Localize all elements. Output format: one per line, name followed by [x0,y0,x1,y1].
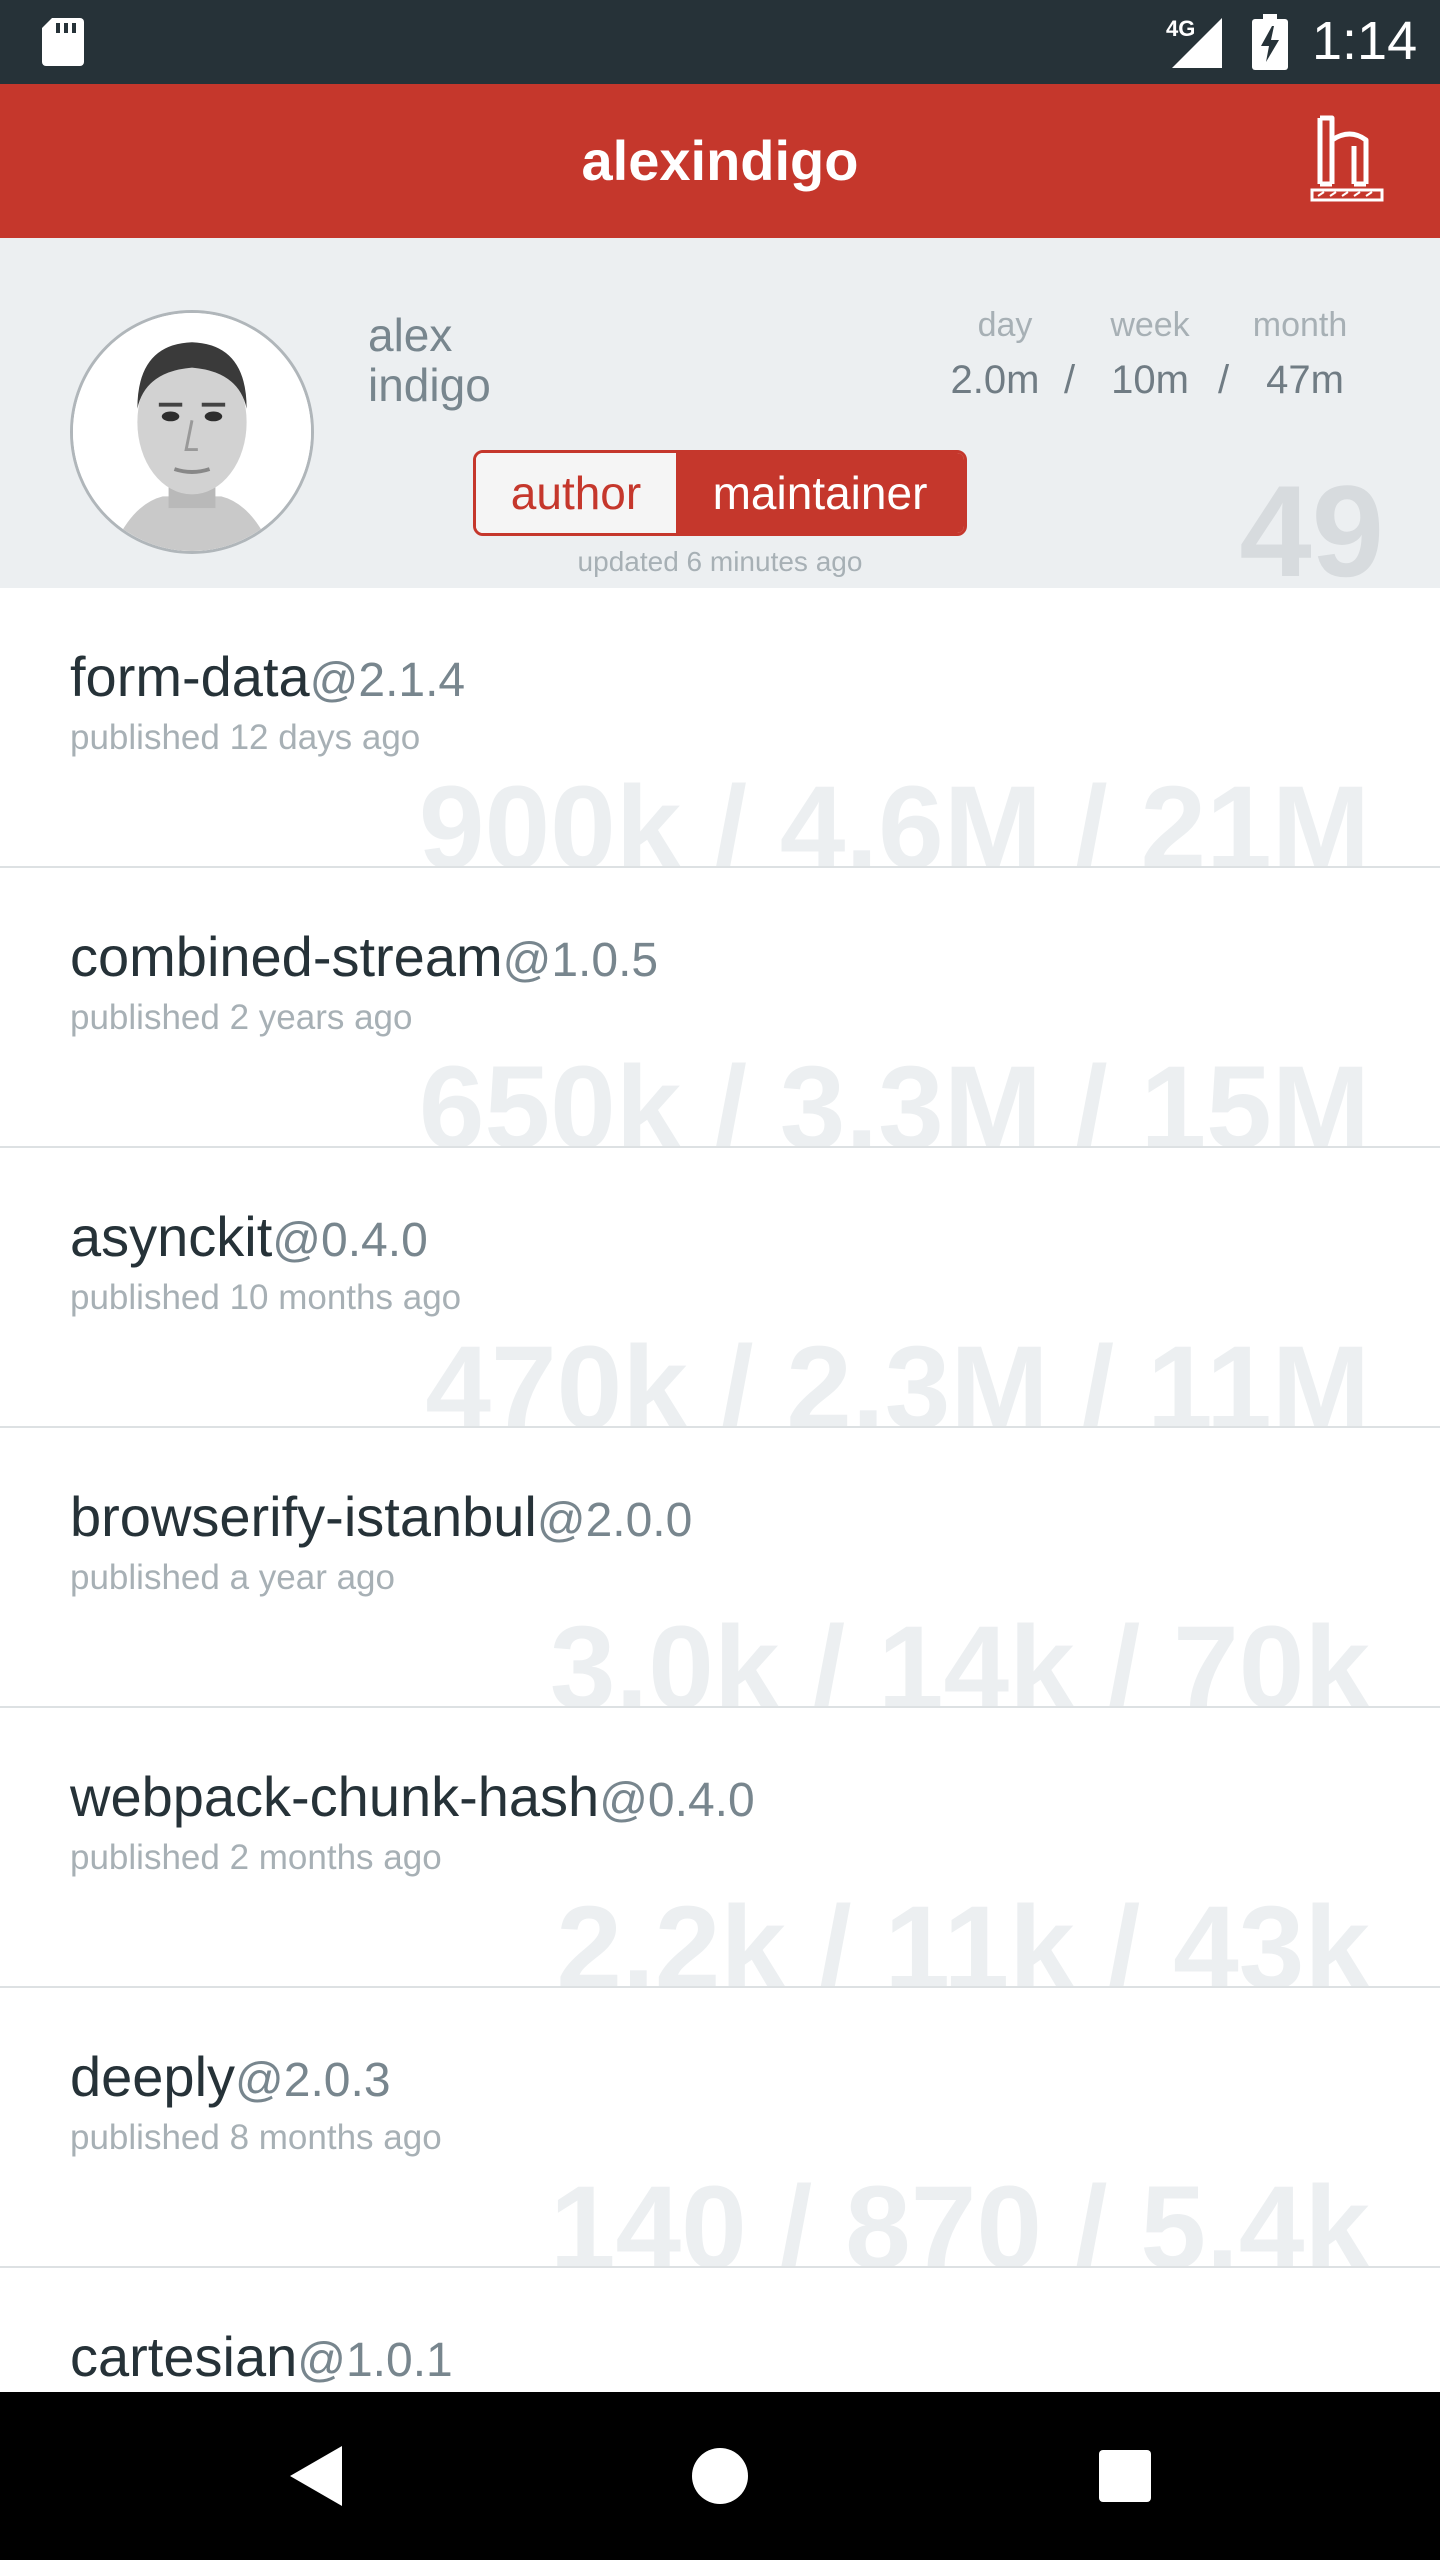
app-bar: alexindigo [0,84,1440,238]
package-downloads: 900k / 4.6M / 21M [418,762,1370,868]
package-title: browserify-istanbul@2.0.0 [70,1484,692,1549]
avatar [70,310,314,554]
npm-logo-icon[interactable] [1310,110,1386,206]
package-title: asynckit@0.4.0 [70,1204,428,1269]
package-published: published 8 months ago [70,2118,442,2157]
package-published: published 2 years ago [70,998,413,1037]
package-published: published 2 months ago [70,1838,442,1877]
package-version: @2.1.4 [309,654,466,707]
stat-value-week: 10m [1111,358,1189,402]
maintainer-tab[interactable]: maintainer [676,453,964,533]
package-item[interactable]: cartesian@1.0.1 [0,2268,1440,2392]
stat-separator: / [1064,358,1076,402]
recents-icon[interactable] [1097,2448,1153,2504]
back-icon[interactable] [286,2444,346,2508]
updated-timestamp: updated 6 minutes ago [577,546,863,577]
app-title: alexindigo [581,129,859,192]
stat-label-day: day [977,306,1033,344]
package-count: 49 [1239,458,1384,604]
package-name: asynckit [70,1205,273,1268]
package-version: @0.4.0 [272,1214,428,1267]
stat-value-month: 47m [1266,358,1344,402]
role-toggle: author maintainer [473,450,967,536]
package-item[interactable]: 2.2k / 11k / 43k webpack-chunk-hash@0.4.… [0,1708,1440,1988]
package-title: cartesian@1.0.1 [70,2324,453,2389]
home-icon[interactable] [690,2446,750,2506]
package-item[interactable]: 900k / 4.6M / 21M form-data@2.1.4 publis… [0,588,1440,868]
package-name: form-data [70,645,310,708]
package-downloads: 2.2k / 11k / 43k [556,1882,1370,1988]
navigation-bar [0,2392,1440,2560]
package-published: published a year ago [70,1558,395,1597]
package-published: published 12 days ago [70,718,421,757]
package-downloads: 470k / 2.3M / 11M [425,1322,1370,1428]
package-name: combined-stream [70,925,503,988]
battery-charging-icon [1252,14,1288,70]
user-full-name: alex indigo [368,310,608,410]
package-title: deeply@2.0.3 [70,2044,391,2109]
user-photo [73,313,311,551]
package-title: form-data@2.1.4 [70,644,465,709]
stat-value-day: 2.0m [950,358,1040,402]
user-last-name: indigo [368,359,491,411]
package-downloads: 3.0k / 14k / 70k [549,1602,1370,1708]
sd-card-icon [42,18,84,66]
package-title: webpack-chunk-hash@0.4.0 [70,1764,755,1829]
author-tab[interactable]: author [476,453,676,533]
package-name: browserify-istanbul [70,1485,537,1548]
package-name: cartesian [70,2325,298,2388]
package-list[interactable]: 900k / 4.6M / 21M form-data@2.1.4 publis… [0,588,1440,2392]
package-version: @1.0.1 [297,2334,453,2387]
package-version: @2.0.3 [235,2054,391,2107]
user-first-name: alex [368,309,453,361]
clock: 1:14 [1312,11,1418,71]
package-item[interactable]: 650k / 3.3M / 15M combined-stream@1.0.5 … [0,868,1440,1148]
package-name: webpack-chunk-hash [70,1765,600,1828]
package-downloads: 140 / 870 / 5.4k [549,2162,1370,2268]
package-version: @1.0.5 [502,934,659,987]
stat-label-month: month [1252,306,1348,344]
profile-header: alex indigo day week month 2.0m / 10m / … [0,238,1440,596]
signal-icon [1172,18,1222,68]
package-version: @2.0.0 [536,1494,693,1547]
package-published: published 10 months ago [70,1278,462,1317]
stat-separator: / [1218,358,1230,402]
package-item[interactable]: 140 / 870 / 5.4k deeply@2.0.3 published … [0,1988,1440,2268]
package-version: @0.4.0 [599,1774,755,1827]
package-name: deeply [70,2045,236,2108]
status-bar: 4G 1:14 [0,0,1440,84]
package-item[interactable]: 3.0k / 14k / 70k browserify-istanbul@2.0… [0,1428,1440,1708]
stat-label-week: week [1110,306,1190,344]
package-item[interactable]: 470k / 2.3M / 11M asynckit@0.4.0 publish… [0,1148,1440,1428]
package-title: combined-stream@1.0.5 [70,924,658,989]
package-downloads: 650k / 3.3M / 15M [418,1042,1370,1148]
